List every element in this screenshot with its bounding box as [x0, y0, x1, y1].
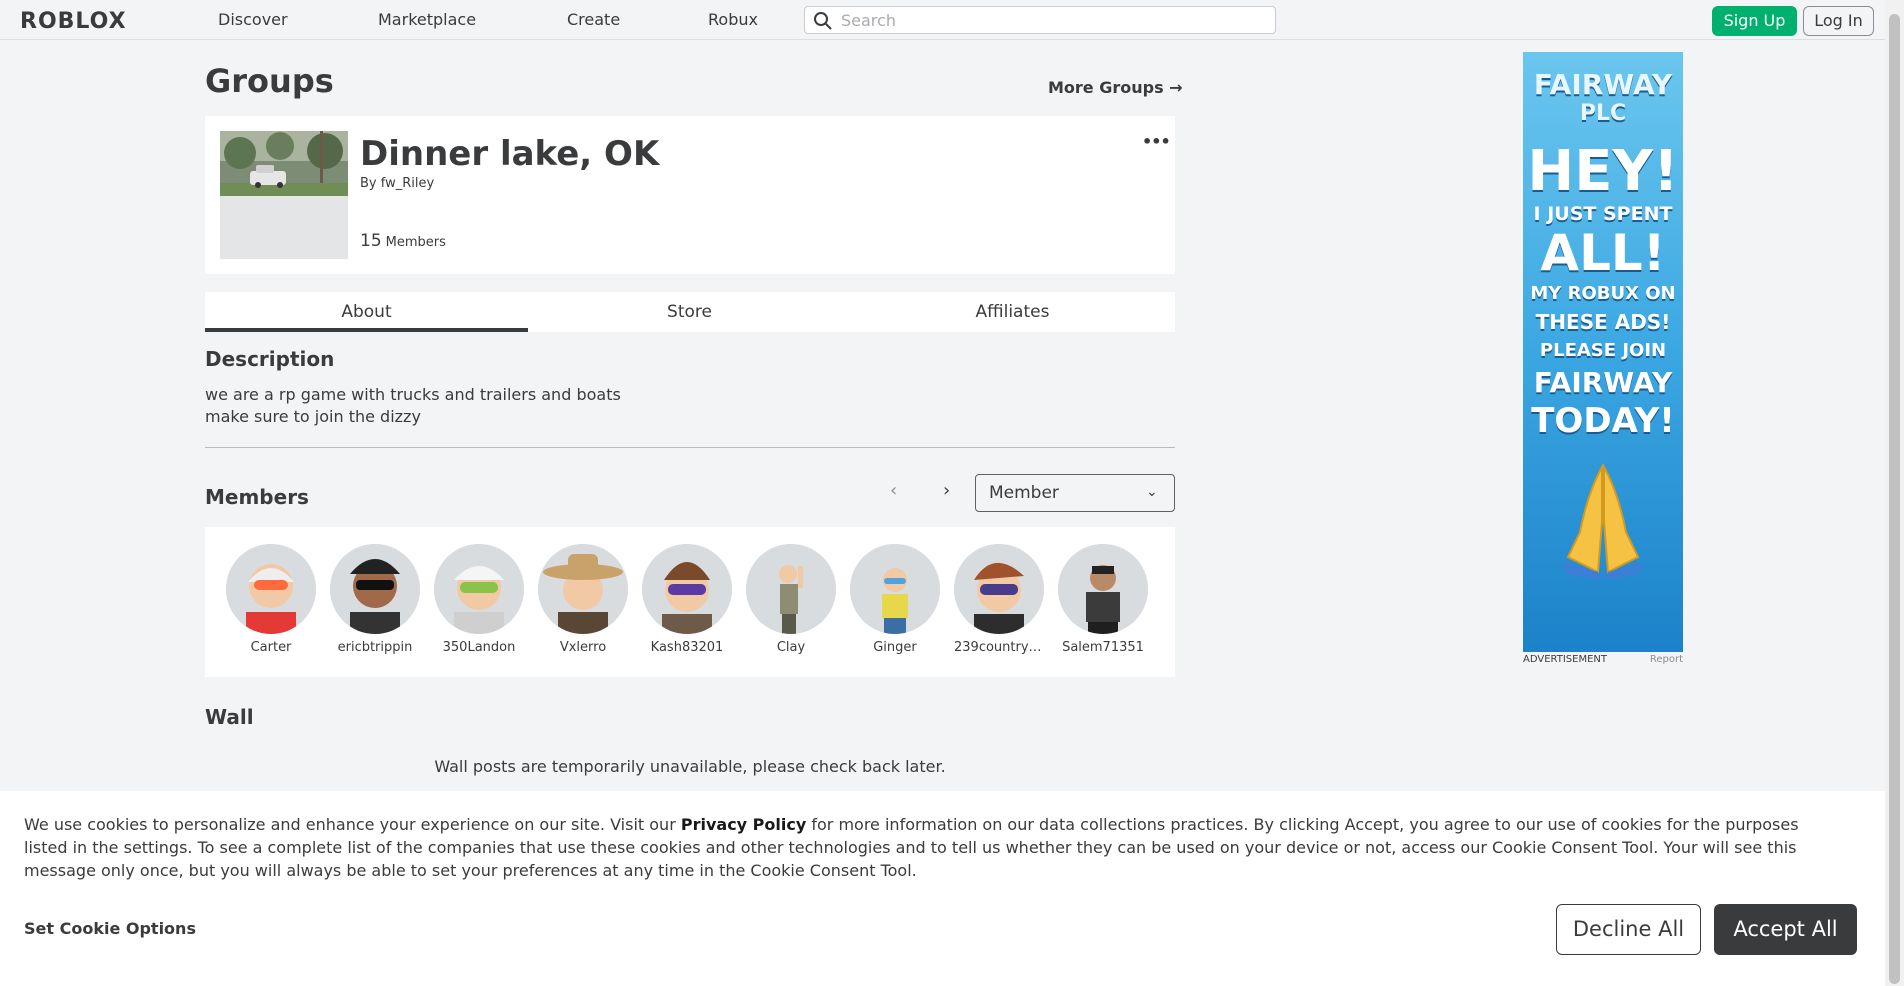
prev-page-icon[interactable]: ‹ [890, 480, 897, 501]
chevron-down-icon: ⌄ [1146, 484, 1158, 500]
ad-line: PLC [1579, 101, 1627, 126]
tab-about[interactable]: About [205, 292, 528, 332]
member-name: Carter [250, 640, 292, 655]
ad-report-link[interactable]: Report [1650, 654, 1683, 665]
description-text: we are a rp game with trucks and trailer… [205, 384, 621, 428]
members-heading: Members [205, 485, 309, 509]
member-name: 239countryk... [954, 640, 1044, 655]
tab-affiliates[interactable]: Affiliates [851, 292, 1174, 332]
ad-line: MY ROBUX ON [1530, 283, 1676, 304]
group-owner-line: By fw_Riley [360, 176, 434, 191]
login-button[interactable]: Log In [1803, 6, 1874, 36]
description-heading: Description [205, 347, 335, 371]
nav-create[interactable]: Create [567, 10, 620, 29]
top-navigation-bar: ROBLOX Discover Marketplace Create Robux… [0, 0, 1885, 40]
member-card[interactable]: 350Landon [429, 544, 529, 655]
description-line-1: we are a rp game with trucks and trailer… [205, 385, 621, 404]
page-scrollbar[interactable] [1885, 0, 1904, 986]
group-header-card: Dinner lake, OK By fw_Riley 15 Members ••… [205, 116, 1175, 274]
group-emblem-image [220, 131, 348, 259]
avatar [538, 544, 628, 634]
ad-line: HEY! [1527, 139, 1679, 204]
group-tabs: About Store Affiliates [205, 292, 1175, 332]
avatar [850, 544, 940, 634]
accept-all-button[interactable]: Accept All [1714, 904, 1857, 955]
nav-marketplace[interactable]: Marketplace [378, 10, 476, 29]
member-card[interactable]: Salem71351 [1053, 544, 1153, 655]
avatar [330, 544, 420, 634]
member-name: Clay [776, 640, 806, 655]
search-box [804, 6, 1276, 34]
member-card[interactable]: ericbtrippin [325, 544, 425, 655]
member-card[interactable]: Vxlerro [533, 544, 633, 655]
member-card[interactable]: Clay [741, 544, 841, 655]
ad-footer: ADVERTISEMENT Report [1523, 654, 1683, 665]
member-count-value: 15 [360, 231, 382, 251]
avatar [642, 544, 732, 634]
set-cookie-options-link[interactable]: Set Cookie Options [24, 919, 196, 938]
member-name: Kash83201 [650, 640, 724, 655]
ad-label: ADVERTISEMENT [1523, 654, 1608, 665]
page-title: Groups [205, 62, 334, 100]
ad-line: FAIRWAY [1533, 68, 1673, 101]
member-card[interactable]: Ginger [845, 544, 945, 655]
member-count: 15 Members [360, 231, 446, 251]
scrollbar-thumb[interactable] [1889, 14, 1900, 984]
search-input[interactable] [839, 9, 1259, 31]
tab-store[interactable]: Store [528, 292, 851, 332]
ad-line: I JUST SPENT [1533, 203, 1673, 225]
section-divider [205, 447, 1175, 448]
member-card[interactable]: Carter [221, 544, 321, 655]
wall-heading: Wall [205, 705, 254, 729]
member-card[interactable]: 239countryk... [949, 544, 1049, 655]
nav-robux[interactable]: Robux [708, 10, 758, 29]
ad-line: ALL! [1540, 224, 1666, 282]
signup-button[interactable]: Sign Up [1712, 6, 1797, 36]
member-name: ericbtrippin [337, 640, 413, 655]
privacy-policy-link[interactable]: Privacy Policy [681, 815, 806, 834]
next-page-icon[interactable]: › [943, 480, 950, 501]
member-name: Salem71351 [1062, 640, 1144, 655]
avatar [434, 544, 524, 634]
praying-hands-icon [1563, 463, 1643, 580]
member-name: 350Landon [442, 640, 516, 655]
group-emblem [220, 131, 348, 259]
member-card[interactable]: Kash83201 [637, 544, 737, 655]
by-prefix: By [360, 176, 377, 191]
role-dropdown[interactable]: Member ⌄ [975, 474, 1175, 512]
avatar [954, 544, 1044, 634]
cookie-text-before: We use cookies to personalize and enhanc… [24, 815, 681, 834]
avatar [1058, 544, 1148, 634]
cookie-text: We use cookies to personalize and enhanc… [24, 813, 1844, 882]
ad-line: PLEASE JOIN [1539, 340, 1667, 361]
members-list: Carter ericbtrippin 350Landon Vxlerro Ka… [205, 527, 1175, 677]
member-name: Vxlerro [559, 640, 607, 655]
ad-line: TODAY! [1531, 401, 1675, 441]
member-name: Ginger [873, 640, 917, 655]
cookie-consent-banner: We use cookies to personalize and enhanc… [0, 791, 1885, 986]
nav-discover[interactable]: Discover [218, 10, 288, 29]
member-count-label: Members [385, 235, 446, 250]
ad-line: THESE ADS! [1535, 310, 1671, 334]
roblox-logo[interactable]: ROBLOX [20, 9, 127, 34]
group-name: Dinner lake, OK [360, 134, 660, 174]
avatar [746, 544, 836, 634]
wall-notice: Wall posts are temporarily unavailable, … [434, 757, 946, 776]
more-groups-link[interactable]: More Groups → [1048, 78, 1183, 97]
group-owner-link[interactable]: fw_Riley [381, 176, 434, 191]
decline-all-button[interactable]: Decline All [1556, 904, 1701, 955]
advertisement-banner[interactable]: FAIRWAY PLC HEY! I JUST SPENT ALL! MY RO… [1523, 52, 1683, 652]
description-line-2: make sure to join the dizzy [205, 407, 421, 426]
search-icon[interactable] [813, 11, 833, 31]
more-options-icon[interactable]: ••• [1142, 132, 1171, 151]
role-dropdown-value: Member [989, 483, 1059, 503]
avatar [226, 544, 316, 634]
ad-line: FAIRWAY [1533, 366, 1673, 399]
